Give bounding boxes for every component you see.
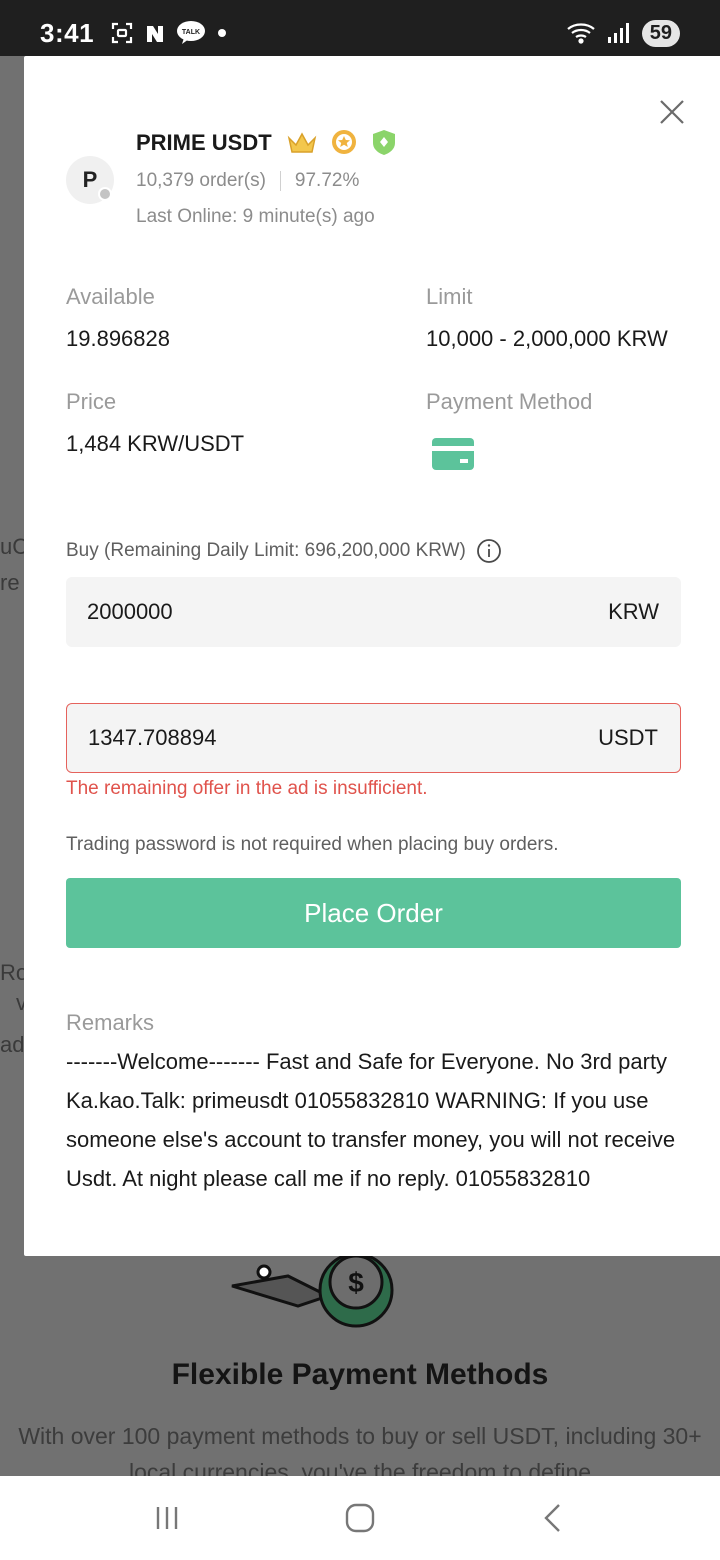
usdt-amount-input[interactable]: 1347.708894 xyxy=(88,725,598,751)
background-fragment: re xyxy=(0,570,20,595)
avatar-letter: P xyxy=(82,167,98,192)
payment-method-label: Payment Method xyxy=(426,389,593,414)
recent-apps-icon xyxy=(156,1507,177,1529)
merchant-stats: 10,379 order(s) 97.72% xyxy=(136,170,359,192)
merchant-name[interactable]: PRIME USDT xyxy=(136,130,272,156)
order-count: 10,379 order(s) xyxy=(136,170,266,191)
wifi-icon xyxy=(566,20,596,46)
buy-label-text: Buy (Remaining Daily Limit: 696,200,000 … xyxy=(66,540,466,561)
gold-medal-badge-icon xyxy=(332,130,356,154)
naver-icon xyxy=(144,22,166,44)
last-online: Last Online: 9 minute(s) ago xyxy=(136,206,375,227)
online-status-dot xyxy=(98,187,112,201)
place-order-label: Place Order xyxy=(304,897,443,928)
payment-illustration-icon: $ xyxy=(231,1256,394,1328)
bank-card-icon xyxy=(432,438,474,470)
back-icon xyxy=(544,1504,561,1532)
price-value: 1,484 KRW/USDT xyxy=(66,431,245,456)
verified-shield-badge-icon xyxy=(373,130,395,155)
background-description: With over 100 payment methods to buy or … xyxy=(18,1423,702,1476)
price-label: Price xyxy=(66,389,117,414)
limit-label: Limit xyxy=(426,284,473,309)
stat-divider xyxy=(279,171,281,191)
signal-icon xyxy=(606,21,632,45)
krw-amount-input[interactable]: 2000000 xyxy=(87,599,608,625)
battery-indicator: 59 xyxy=(641,19,680,47)
screenshot-icon xyxy=(110,21,134,45)
krw-unit: KRW xyxy=(608,599,659,624)
completion-rate: 97.72% xyxy=(294,170,360,191)
svg-text:TALK: TALK xyxy=(182,29,200,36)
order-modal: P PRIME USDT 10,379 order(s) 97.72% Last… xyxy=(24,56,720,1256)
background-title: Flexible Payment Methods xyxy=(171,1358,549,1391)
merchant-badges xyxy=(286,128,398,156)
place-order-button[interactable]: Place Order xyxy=(66,878,681,948)
remarks-text: -------Welcome------- Fast and Safe for … xyxy=(66,1049,676,1191)
status-time: 3:41 xyxy=(40,17,95,48)
kakaotalk-icon: TALK xyxy=(176,20,206,46)
info-icon[interactable] xyxy=(476,538,502,564)
background-fragment: ad xyxy=(0,1032,25,1057)
recent-apps-button[interactable] xyxy=(137,1488,197,1548)
dot-icon xyxy=(216,27,228,39)
available-label: Available xyxy=(66,284,155,309)
krw-amount-field[interactable]: 2000000 KRW xyxy=(66,577,681,647)
available-value: 19.896828 xyxy=(66,326,170,351)
status-right: 59 xyxy=(566,19,680,47)
error-message: The remaining offer in the ad is insuffi… xyxy=(66,778,428,799)
usdt-amount-field[interactable]: 1347.708894 USDT xyxy=(66,703,681,773)
home-icon xyxy=(345,1503,375,1533)
home-button[interactable] xyxy=(330,1488,390,1548)
password-hint: Trading password is not required when pl… xyxy=(66,834,559,855)
remarks-label: Remarks xyxy=(66,1010,155,1035)
crown-badge-icon xyxy=(287,132,317,153)
svg-text:$: $ xyxy=(348,1267,364,1298)
notification-icons: TALK xyxy=(110,20,228,46)
buy-label: Buy (Remaining Daily Limit: 696,200,000 … xyxy=(66,538,502,564)
limit-value: 10,000 - 2,000,000 KRW xyxy=(426,326,668,351)
usdt-unit: USDT xyxy=(598,725,658,750)
system-nav-bar xyxy=(0,1476,720,1560)
close-icon[interactable] xyxy=(658,98,686,126)
back-button[interactable] xyxy=(523,1488,583,1548)
